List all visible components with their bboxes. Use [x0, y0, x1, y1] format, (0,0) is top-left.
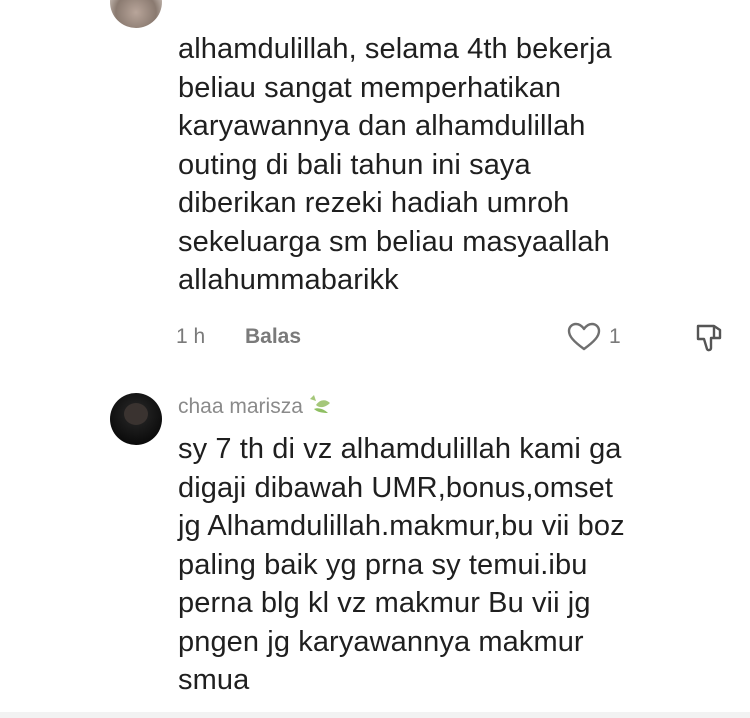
username[interactable]: chaa marisza — [178, 395, 303, 419]
thumbs-down-icon — [694, 324, 724, 358]
like-button[interactable]: 1 — [567, 322, 621, 352]
avatar[interactable] — [110, 393, 162, 445]
bottom-divider — [0, 712, 750, 718]
like-count: 1 — [609, 325, 621, 348]
comment-text: sy 7 th di vz alhamdulillah kami ga diga… — [178, 433, 625, 696]
sparkle-leaf-icon — [306, 393, 334, 420]
reply-button[interactable]: Balas — [245, 325, 301, 349]
comment-timestamp: 1 h — [176, 325, 206, 348]
username-row: chaa marisza — [178, 393, 334, 420]
avatar[interactable] — [110, 0, 162, 28]
heart-icon — [567, 322, 601, 352]
dislike-button[interactable] — [694, 322, 724, 359]
comment-text: alhamdulillah, selama 4th bekerja beliau… — [178, 33, 612, 296]
